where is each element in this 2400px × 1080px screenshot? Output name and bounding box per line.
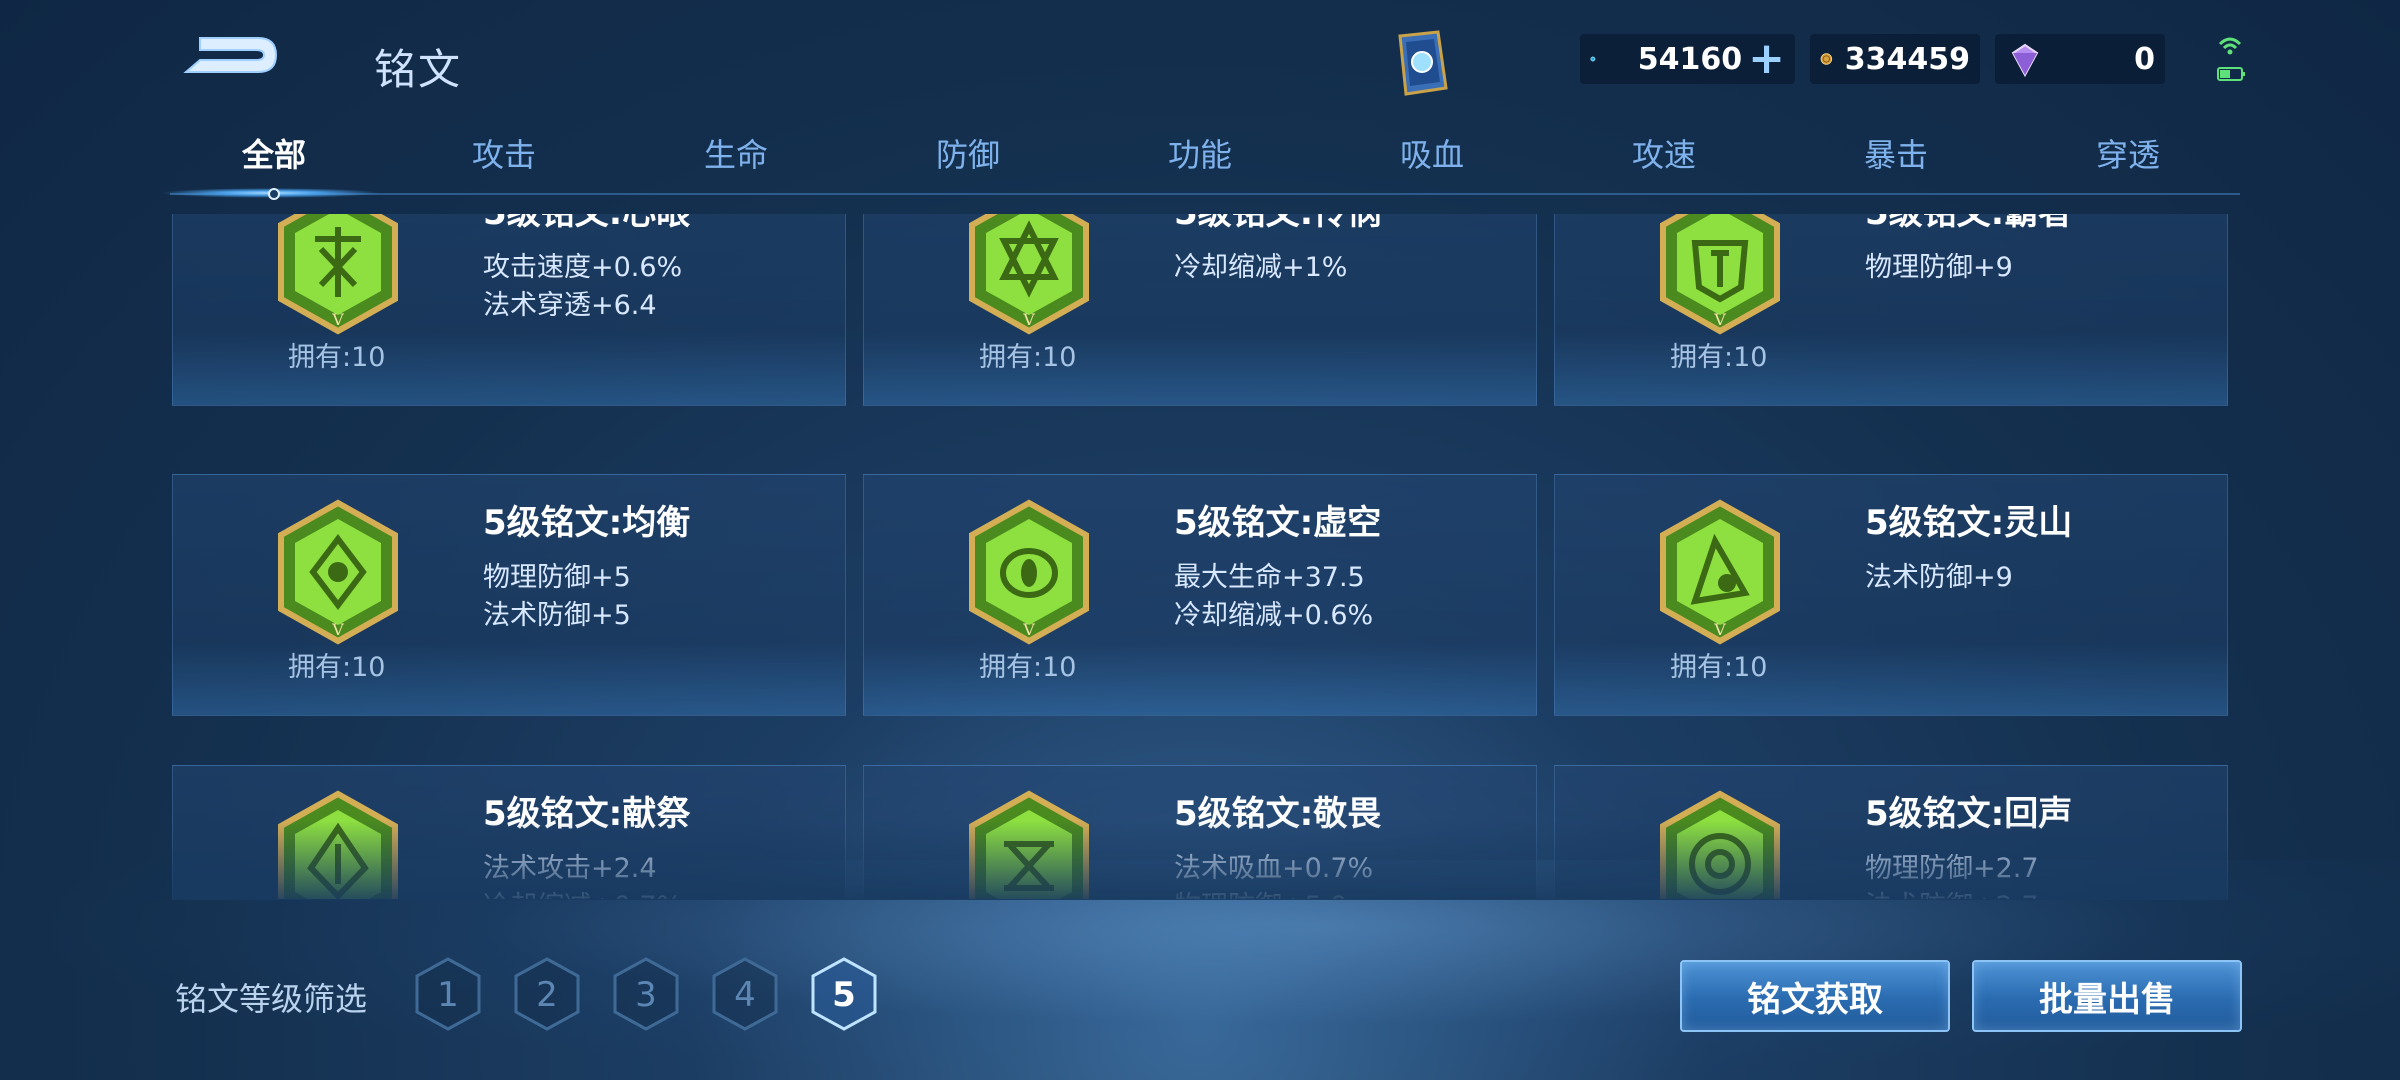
inscription-name: 5级铭文:霸者 bbox=[1865, 214, 2072, 234]
owned-count: 拥有:10 bbox=[288, 652, 386, 683]
inscription-attr: 法术穿透+6.4 bbox=[483, 290, 657, 321]
inscription-name: 5级铭文:回声 bbox=[1865, 794, 2073, 834]
inscription-emblem-icon: V bbox=[969, 499, 1089, 645]
inscription-attr: 物理防御+5 bbox=[483, 562, 631, 593]
level-filter-2[interactable]: 2 bbox=[512, 956, 582, 1032]
inscription-attr: 最大生命+37.5 bbox=[1174, 562, 1365, 593]
inscription-attr: 冷却缩减+0.7% bbox=[483, 884, 682, 899]
svg-text:4: 4 bbox=[734, 975, 756, 1015]
svg-text:2: 2 bbox=[536, 975, 558, 1015]
back-arrow-icon[interactable] bbox=[180, 30, 280, 80]
inscription-attr: 法术防御+2.7 bbox=[1865, 884, 2039, 899]
category-tabs: 全部 攻击 生命 防御 功能 吸血 攻速 暴击 穿透 bbox=[170, 130, 2240, 190]
wifi-battery-icon bbox=[2217, 37, 2245, 81]
inscription-emblem-icon: V bbox=[278, 790, 398, 899]
inscription-name: 5级铭文:灵山 bbox=[1865, 503, 2073, 543]
add-diamond-button[interactable]: + bbox=[1748, 37, 1785, 81]
svg-text:V: V bbox=[1713, 620, 1726, 639]
svg-text:V: V bbox=[1022, 620, 1035, 639]
inscription-name: 5级铭文:虚空 bbox=[1174, 503, 1382, 543]
inscription-emblem-icon: V bbox=[1660, 499, 1780, 645]
inscription-emblem-icon: V bbox=[1660, 790, 1780, 899]
owned-count: 拥有:10 bbox=[979, 342, 1077, 373]
gem-value: 0 bbox=[2134, 41, 2155, 77]
inscription-name: 5级铭文:献祭 bbox=[483, 794, 691, 834]
inscription-attr: 物理防御+5.9 bbox=[1174, 884, 1348, 899]
inscription-attr: 法术攻击+2.4 bbox=[483, 853, 657, 884]
inscription-attr: 攻击速度+0.6% bbox=[483, 252, 683, 283]
gold-value: 334459 bbox=[1844, 41, 1970, 77]
level-filter-3[interactable]: 3 bbox=[611, 956, 681, 1032]
inscription-emblem-icon: V bbox=[278, 214, 398, 335]
inscription-attr: 冷却缩减+0.6% bbox=[1174, 600, 1374, 631]
inscription-name: 5级铭文:怜悯 bbox=[1174, 214, 1381, 234]
svg-text:V: V bbox=[331, 310, 344, 329]
inscription-attr: 法术防御+5 bbox=[483, 600, 631, 631]
svg-text:5: 5 bbox=[832, 975, 856, 1015]
inscription-card[interactable]: V 5级铭文:霸者 物理防御+9 拥有:10 bbox=[1554, 214, 2228, 406]
inscription-card[interactable]: V 5级铭文:灵山 法术防御+9 拥有:10 bbox=[1554, 474, 2228, 716]
inscription-attr: 法术吸血+0.7% bbox=[1174, 853, 1374, 884]
tab-attack-speed[interactable]: 攻速 bbox=[1584, 130, 1744, 176]
tab-health[interactable]: 生命 bbox=[656, 130, 816, 176]
inscription-card[interactable]: V 5级铭文:敬畏 法术吸血+0.7% 物理防御+5.9 bbox=[863, 765, 1537, 899]
owned-count: 拥有:10 bbox=[1670, 652, 1768, 683]
inscription-name: 5级铭文:均衡 bbox=[483, 503, 691, 543]
inscription-attr: 物理防御+9 bbox=[1865, 252, 2013, 283]
diamond-counter: 54160 + bbox=[1580, 34, 1795, 84]
gold-coin-icon bbox=[1820, 53, 1833, 65]
inscription-card[interactable]: V 5级铭文:回声 物理防御+2.7 法术防御+2.7 bbox=[1554, 765, 2228, 899]
svg-text:V: V bbox=[1022, 310, 1035, 329]
inscription-emblem-icon: V bbox=[969, 790, 1089, 899]
gold-counter: 334459 bbox=[1810, 34, 1980, 84]
owned-count: 拥有:10 bbox=[979, 652, 1077, 683]
inscription-card[interactable]: V 5级铭文:均衡 物理防御+5 法术防御+5 拥有:10 bbox=[172, 474, 846, 716]
svg-text:V: V bbox=[1713, 310, 1726, 329]
inscription-card[interactable]: V 5级铭文:虚空 最大生命+37.5 冷却缩减+0.6% 拥有:10 bbox=[863, 474, 1537, 716]
card-book-icon[interactable] bbox=[1380, 24, 1460, 104]
svg-text:3: 3 bbox=[635, 975, 657, 1015]
page-title: 铭文 bbox=[374, 45, 463, 94]
level-filter-5[interactable]: 5 bbox=[809, 956, 879, 1032]
inscription-attr: 冷却缩减+1% bbox=[1174, 252, 1348, 283]
inscription-attr: 物理防御+2.7 bbox=[1865, 853, 2039, 884]
inscription-name: 5级铭文:敬畏 bbox=[1174, 794, 1382, 834]
level-filter-label: 铭文等级筛选 bbox=[175, 980, 368, 1018]
gem-icon bbox=[2011, 43, 2039, 78]
level-filter-4[interactable]: 4 bbox=[710, 956, 780, 1032]
inscription-card[interactable]: V 5级铭文:献祭 法术攻击+2.4 冷却缩减+0.7% bbox=[172, 765, 846, 899]
tab-lifesteal[interactable]: 吸血 bbox=[1352, 130, 1512, 176]
svg-text:V: V bbox=[331, 620, 344, 639]
get-inscription-button[interactable]: 铭文获取 bbox=[1680, 960, 1950, 1032]
inscription-name: 5级铭文:心眼 bbox=[483, 214, 690, 234]
tab-utility[interactable]: 功能 bbox=[1120, 130, 1280, 176]
bulk-sell-button[interactable]: 批量出售 bbox=[1972, 960, 2242, 1032]
tab-divider bbox=[170, 193, 2240, 195]
tab-all[interactable]: 全部 bbox=[194, 130, 354, 176]
diamond-icon bbox=[1590, 56, 1596, 62]
gem-counter: 0 bbox=[1995, 34, 2165, 84]
diamond-value: 54160 bbox=[1637, 41, 1743, 77]
svg-text:1: 1 bbox=[437, 975, 459, 1015]
tab-penetration[interactable]: 穿透 bbox=[2048, 130, 2208, 176]
inscription-emblem-icon: V bbox=[1660, 214, 1780, 335]
level-filter-1[interactable]: 1 bbox=[413, 956, 483, 1032]
inscription-card[interactable]: V 5级铭文:怜悯 冷却缩减+1% 拥有:10 bbox=[863, 214, 1537, 406]
owned-count: 拥有:10 bbox=[288, 342, 386, 373]
tab-critical[interactable]: 暴击 bbox=[1816, 130, 1976, 176]
owned-count: 拥有:10 bbox=[1670, 342, 1768, 373]
inscription-attr: 法术防御+9 bbox=[1865, 562, 2013, 593]
tab-defense[interactable]: 防御 bbox=[888, 130, 1048, 176]
active-tab-dot bbox=[268, 188, 280, 200]
inscription-emblem-icon: V bbox=[969, 214, 1089, 335]
tab-attack[interactable]: 攻击 bbox=[424, 130, 584, 176]
inscription-grid: V 5级铭文:心眼 攻击速度+0.6% 法术穿透+6.4 拥有:10 V 5级铭… bbox=[172, 214, 2228, 899]
inscription-emblem-icon: V bbox=[278, 499, 398, 645]
inscription-card[interactable]: V 5级铭文:心眼 攻击速度+0.6% 法术穿透+6.4 拥有:10 bbox=[172, 214, 846, 406]
